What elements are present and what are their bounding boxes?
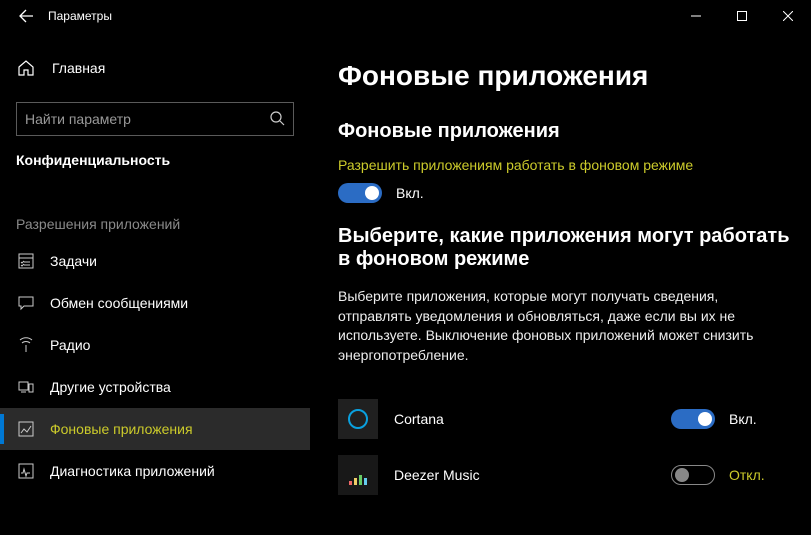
maximize-icon	[737, 11, 747, 21]
page-title: Фоновые приложения	[338, 60, 791, 92]
home-icon	[16, 59, 36, 77]
app-toggle-deezer[interactable]	[671, 465, 715, 485]
group-heading: Разрешения приложений	[16, 216, 294, 232]
titlebar: Параметры	[0, 0, 811, 32]
sidebar: Главная Конфиденциальность Разрешения пр…	[0, 32, 310, 535]
toggle-knob	[365, 186, 379, 200]
close-icon	[783, 11, 793, 21]
messaging-icon	[16, 295, 36, 311]
app-toggle-cortana[interactable]	[671, 409, 715, 429]
back-button[interactable]	[6, 0, 46, 32]
master-toggle[interactable]	[338, 183, 382, 203]
cortana-icon	[338, 399, 378, 439]
app-row-cortana: Cortana Вкл.	[338, 391, 791, 447]
other-devices-icon	[16, 379, 36, 395]
app-toggle-state: Вкл.	[729, 411, 757, 427]
app-row-deezer: Deezer Music Откл.	[338, 447, 791, 503]
radio-icon	[16, 337, 36, 353]
sidebar-item-messaging[interactable]: Обмен сообщениями	[0, 282, 310, 324]
tasks-icon	[16, 253, 36, 269]
search-input[interactable]	[25, 111, 265, 127]
sidebar-item-other-devices[interactable]: Другие устройства	[0, 366, 310, 408]
app-name: Cortana	[394, 411, 671, 427]
master-toggle-state: Вкл.	[396, 185, 424, 201]
arrow-left-icon	[18, 8, 34, 24]
content-pane: Фоновые приложения Фоновые приложения Ра…	[310, 32, 811, 535]
sidebar-item-label: Другие устройства	[50, 379, 171, 395]
sidebar-item-label: Задачи	[50, 253, 97, 269]
minimize-button[interactable]	[673, 0, 719, 32]
master-toggle-label: Разрешить приложениям работать в фоновом…	[338, 157, 791, 173]
sidebar-item-label: Обмен сообщениями	[50, 295, 188, 311]
close-button[interactable]	[765, 0, 811, 32]
home-nav[interactable]: Главная	[16, 48, 294, 88]
toggle-knob	[675, 468, 689, 482]
nav-list: Задачи Обмен сообщениями Радио Другие ус…	[0, 240, 310, 492]
section-choose-apps-title: Выберите, какие приложения могут работат…	[338, 225, 791, 271]
sidebar-item-label: Фоновые приложения	[50, 421, 193, 437]
window-title: Параметры	[48, 9, 112, 23]
diagnostics-icon	[16, 463, 36, 479]
sidebar-item-label: Радио	[50, 337, 90, 353]
minimize-icon	[691, 11, 701, 21]
app-name: Deezer Music	[394, 467, 671, 483]
search-icon	[269, 110, 285, 129]
section-background-apps-title: Фоновые приложения	[338, 120, 791, 143]
toggle-knob	[698, 412, 712, 426]
background-apps-icon	[16, 421, 36, 437]
section-description: Выберите приложения, которые могут получ…	[338, 287, 758, 365]
maximize-button[interactable]	[719, 0, 765, 32]
sidebar-item-tasks[interactable]: Задачи	[0, 240, 310, 282]
sidebar-item-diagnostics[interactable]: Диагностика приложений	[0, 450, 310, 492]
sidebar-item-background-apps[interactable]: Фоновые приложения	[0, 408, 310, 450]
home-label: Главная	[52, 60, 105, 76]
app-toggle-state: Откл.	[729, 467, 765, 483]
sidebar-item-label: Диагностика приложений	[50, 463, 215, 479]
category-heading: Конфиденциальность	[16, 152, 294, 168]
sidebar-item-radio[interactable]: Радио	[0, 324, 310, 366]
search-box[interactable]	[16, 102, 294, 136]
deezer-icon	[338, 455, 378, 495]
